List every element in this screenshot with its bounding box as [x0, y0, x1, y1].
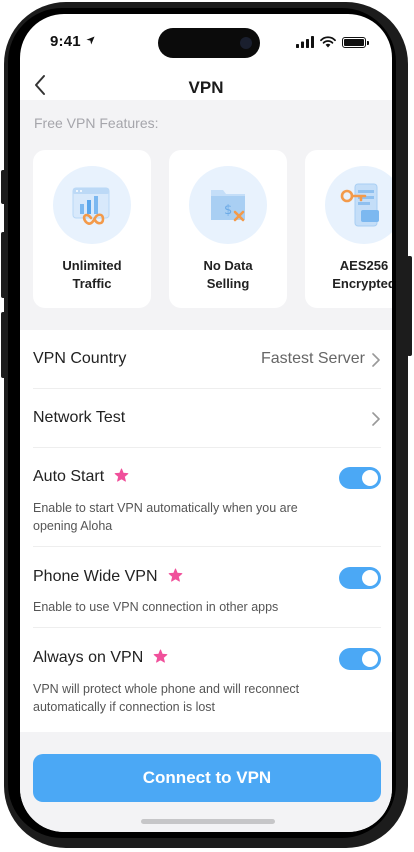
- row-title: Phone Wide VPN: [33, 568, 183, 586]
- encryption-key-icon: [325, 166, 392, 244]
- features-heading: Free VPN Features:: [34, 115, 159, 131]
- premium-star-icon: [114, 468, 129, 482]
- chevron-right-icon: [372, 412, 380, 426]
- phone-wide-vpn-label: Phone Wide VPN: [33, 568, 158, 585]
- side-button-power: [407, 256, 412, 356]
- connect-vpn-button[interactable]: Connect to VPN: [33, 754, 381, 802]
- cellular-signal-icon: [296, 36, 314, 48]
- always-on-vpn-toggle[interactable]: [339, 648, 381, 670]
- auto-start-label: Auto Start: [33, 468, 105, 485]
- chevron-right-icon: [372, 353, 380, 367]
- phone-screen: 9:41 VPN Free VPN Features: Unlimited Tr…: [20, 14, 392, 832]
- features-section: Free VPN Features: Unlimited Traffic $ N…: [20, 100, 392, 330]
- always-on-vpn-label: Always on VPN: [33, 649, 144, 666]
- row-description: Enable to start VPN automatically when y…: [33, 501, 298, 533]
- dynamic-island: [158, 28, 260, 58]
- row-description: VPN will protect whole phone and will re…: [33, 682, 300, 714]
- premium-star-icon: [153, 649, 168, 663]
- feature-card-aes256-encrypted: AES256 Encrypted: [305, 150, 392, 308]
- row-title: Network Test: [33, 409, 126, 426]
- location-arrow-icon: [86, 36, 95, 45]
- toggle-knob: [362, 570, 378, 586]
- vpn-country-row[interactable]: VPN Country Fastest Server: [33, 330, 381, 389]
- row-title: VPN Country: [33, 350, 127, 367]
- status-icons: [296, 36, 369, 48]
- row-title: Auto Start: [33, 468, 129, 486]
- status-bar: 9:41: [20, 14, 392, 66]
- svg-text:$: $: [224, 203, 232, 218]
- unlimited-traffic-icon: [53, 166, 131, 244]
- always-on-vpn-row: Always on VPN VPN will protect whole pho…: [33, 628, 381, 732]
- auto-start-row: Auto Start Enable to start VPN automatic…: [33, 448, 381, 547]
- toggle-knob: [362, 470, 378, 486]
- feature-card-label: AES256 Encrypted: [332, 258, 392, 291]
- bottom-bar: Connect to VPN: [20, 732, 392, 832]
- home-indicator[interactable]: [141, 819, 275, 824]
- side-button-mute: [1, 170, 6, 204]
- side-button-volume-up: [1, 232, 6, 298]
- feature-card-unlimited-traffic: Unlimited Traffic: [33, 150, 151, 308]
- feature-card-label: Unlimited Traffic: [62, 258, 122, 291]
- premium-star-icon: [168, 568, 182, 582]
- features-carousel[interactable]: Unlimited Traffic $ No Data Selling AES2…: [33, 150, 392, 308]
- battery-icon: [342, 36, 369, 48]
- wifi-icon: [320, 36, 336, 48]
- feature-card-no-data-selling: $ No Data Selling: [169, 150, 287, 308]
- row-title: Always on VPN: [33, 649, 168, 667]
- phone-wide-vpn-row: Phone Wide VPN Enable to use VPN connect…: [33, 547, 381, 628]
- side-button-volume-down: [1, 312, 6, 378]
- phone-wide-vpn-toggle[interactable]: [339, 567, 381, 589]
- vpn-country-value: Fastest Server: [260, 350, 365, 367]
- camera-icon: [240, 37, 252, 49]
- row-description: Enable to use VPN connection in other ap…: [33, 600, 279, 614]
- toggle-knob: [362, 651, 378, 667]
- feature-card-label: No Data Selling: [203, 258, 253, 291]
- page-title: VPN: [188, 78, 224, 97]
- no-data-selling-icon: $: [189, 166, 267, 244]
- settings-list: VPN Country Fastest Server Network Test …: [20, 330, 392, 732]
- status-time: 9:41: [50, 33, 81, 50]
- auto-start-toggle[interactable]: [339, 467, 381, 489]
- network-test-row[interactable]: Network Test: [33, 389, 381, 448]
